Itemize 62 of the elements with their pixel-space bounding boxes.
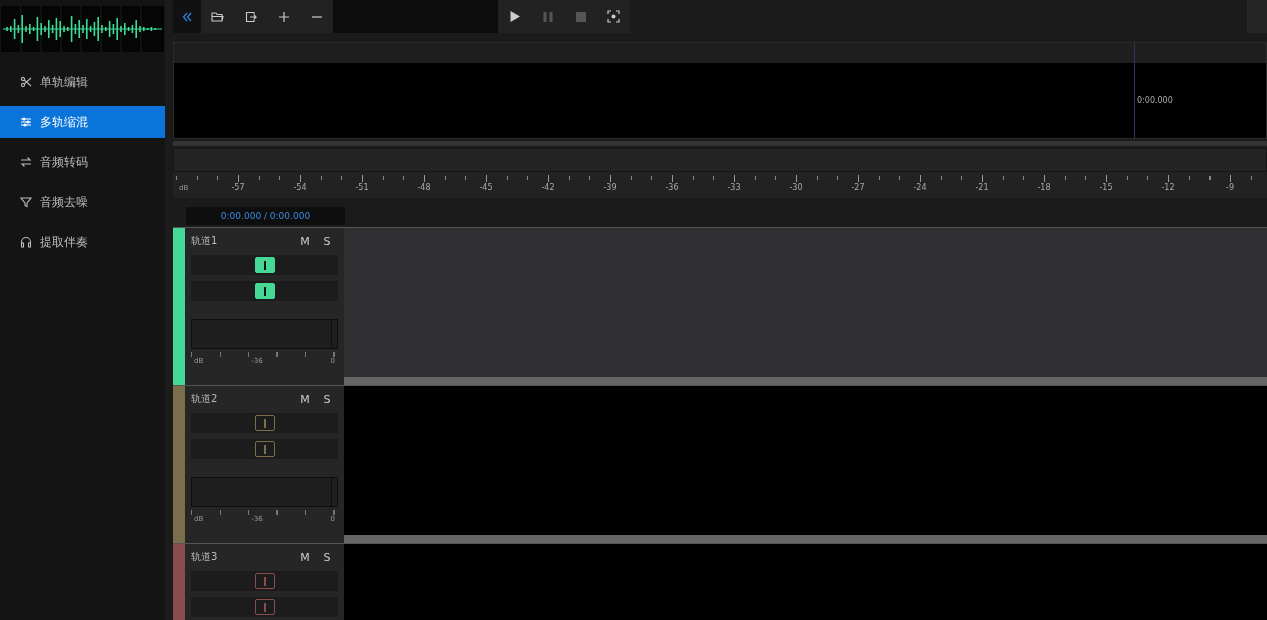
plus-icon — [277, 10, 290, 23]
slider-thumb[interactable] — [254, 415, 275, 431]
sidebar-item[interactable]: 音频去噪 — [0, 186, 165, 218]
tick-label: -9 — [1225, 183, 1235, 192]
pause-icon — [541, 10, 554, 23]
pan-slider[interactable] — [191, 281, 338, 301]
collapse-button[interactable] — [173, 0, 201, 33]
scrollbar[interactable] — [344, 377, 1267, 385]
sliders-icon — [20, 116, 32, 128]
tick-label: -27 — [850, 183, 866, 192]
solo-button[interactable]: S — [316, 550, 338, 564]
slider-thumb[interactable] — [254, 283, 275, 299]
tick-label: -12 — [1160, 183, 1176, 192]
tick-label: -21 — [974, 183, 990, 192]
focus-frame-icon — [607, 10, 620, 23]
sidebar-item[interactable]: 多轨缩混 — [0, 106, 165, 138]
tick-label: -33 — [726, 183, 742, 192]
time-display: 0:00.000 / 0:00.000 — [186, 207, 345, 225]
tick-label: -51 — [354, 183, 370, 192]
slider-thumb[interactable] — [254, 257, 275, 273]
funnel-icon — [20, 196, 32, 208]
solo-button[interactable]: S — [316, 234, 338, 248]
slider-thumb[interactable] — [254, 573, 275, 589]
tick-label: -18 — [1036, 183, 1052, 192]
track-name: 轨道1 — [191, 234, 219, 248]
tick-label: -57 — [230, 183, 246, 192]
double-chevron-icon — [181, 10, 193, 23]
export-icon — [244, 10, 257, 23]
tick-label: -54 — [292, 183, 308, 192]
scrollbar[interactable] — [344, 535, 1267, 543]
scrollbar[interactable] — [173, 141, 1267, 146]
tick-label: -45 — [478, 183, 494, 192]
tick-label: -30 — [788, 183, 804, 192]
mute-button[interactable]: M — [294, 234, 316, 248]
stop-icon — [574, 10, 587, 23]
volume-slider[interactable] — [191, 255, 338, 275]
tick-label: -48 — [416, 183, 432, 192]
headphones-icon — [20, 236, 32, 248]
tick-label: -39 — [602, 183, 618, 192]
folder-icon — [211, 10, 224, 23]
volume-slider[interactable] — [191, 571, 338, 591]
scissors-icon — [20, 76, 32, 88]
slider-thumb[interactable] — [254, 441, 275, 457]
tick-label: -42 — [540, 183, 556, 192]
track-name: 轨道2 — [191, 392, 219, 406]
time-label: 0:00.000 — [1137, 96, 1173, 105]
sidebar-item[interactable]: 单轨编辑 — [0, 66, 165, 98]
play-icon — [508, 10, 521, 23]
volume-slider[interactable] — [191, 413, 338, 433]
sidebar-item[interactable]: 音频转码 — [0, 146, 165, 178]
mute-button[interactable]: M — [294, 550, 316, 564]
tick-label: -36 — [664, 183, 680, 192]
sidebar-item[interactable]: 提取伴奏 — [0, 226, 165, 258]
pan-slider[interactable] — [191, 597, 338, 617]
mute-button[interactable]: M — [294, 392, 316, 406]
swap-arrows-icon — [20, 156, 32, 168]
pan-slider[interactable] — [191, 439, 338, 459]
slider-thumb[interactable] — [254, 599, 275, 615]
tick-label: -15 — [1098, 183, 1114, 192]
tick-label: -24 — [912, 183, 928, 192]
solo-button[interactable]: S — [316, 392, 338, 406]
track-name: 轨道3 — [191, 550, 219, 564]
